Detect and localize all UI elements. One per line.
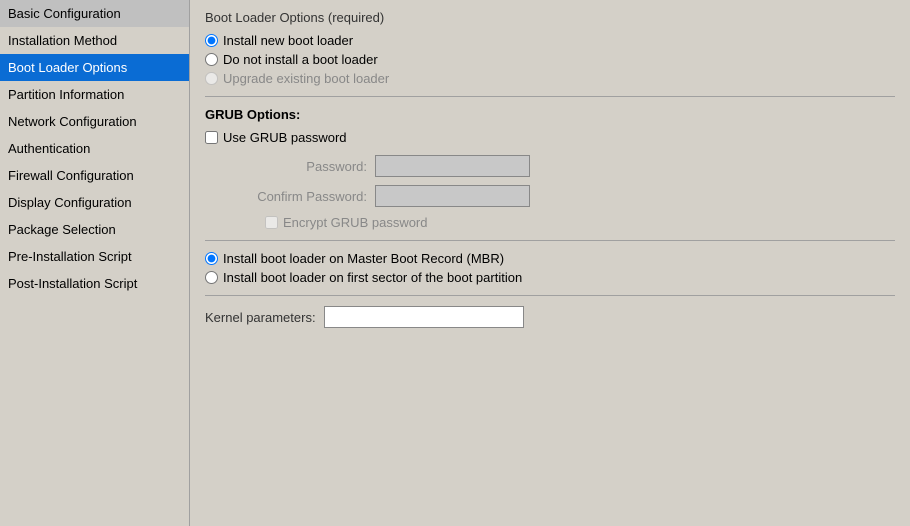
sidebar-item-basic-configuration[interactable]: Basic Configuration bbox=[0, 0, 189, 27]
boot-location-group: Install boot loader on Master Boot Recor… bbox=[205, 251, 895, 285]
boot-loader-option-group: Install new boot loader Do not install a… bbox=[205, 33, 895, 86]
kernel-params-label: Kernel parameters: bbox=[205, 310, 316, 325]
sidebar-item-display-configuration[interactable]: Display Configuration bbox=[0, 189, 189, 216]
main-content: Boot Loader Options (required) Install n… bbox=[190, 0, 910, 526]
encrypt-grub-checkbox bbox=[265, 216, 278, 229]
section-title: Boot Loader Options (required) bbox=[205, 10, 895, 25]
do-not-install-radio[interactable] bbox=[205, 53, 218, 66]
install-new-radio[interactable] bbox=[205, 34, 218, 47]
sidebar-item-package-selection[interactable]: Package Selection bbox=[0, 216, 189, 243]
sidebar-item-boot-loader-options[interactable]: Boot Loader Options bbox=[0, 54, 189, 81]
sidebar-item-installation-method[interactable]: Installation Method bbox=[0, 27, 189, 54]
confirm-password-row: Confirm Password: bbox=[225, 185, 895, 207]
upgrade-existing-label[interactable]: Upgrade existing boot loader bbox=[205, 71, 895, 86]
password-row: Password: bbox=[225, 155, 895, 177]
password-input[interactable] bbox=[375, 155, 530, 177]
sidebar-item-network-configuration[interactable]: Network Configuration bbox=[0, 108, 189, 135]
divider-1 bbox=[205, 96, 895, 97]
sidebar: Basic ConfigurationInstallation MethodBo… bbox=[0, 0, 190, 526]
encrypt-label: Encrypt GRUB password bbox=[283, 215, 428, 230]
grub-section-title: GRUB Options: bbox=[205, 107, 895, 122]
password-label: Password: bbox=[225, 159, 375, 174]
kernel-params-row: Kernel parameters: bbox=[205, 306, 895, 328]
divider-3 bbox=[205, 295, 895, 296]
mbr-label[interactable]: Install boot loader on Master Boot Recor… bbox=[205, 251, 895, 266]
encrypt-row: Encrypt GRUB password bbox=[265, 215, 895, 230]
sidebar-item-post-installation-script[interactable]: Post-Installation Script bbox=[0, 270, 189, 297]
use-grub-password-label[interactable]: Use GRUB password bbox=[205, 130, 895, 145]
confirm-password-label: Confirm Password: bbox=[225, 189, 375, 204]
divider-2 bbox=[205, 240, 895, 241]
sidebar-item-firewall-configuration[interactable]: Firewall Configuration bbox=[0, 162, 189, 189]
install-new-label[interactable]: Install new boot loader bbox=[205, 33, 895, 48]
first-sector-radio[interactable] bbox=[205, 271, 218, 284]
sidebar-item-partition-information[interactable]: Partition Information bbox=[0, 81, 189, 108]
sidebar-item-pre-installation-script[interactable]: Pre-Installation Script bbox=[0, 243, 189, 270]
use-grub-password-checkbox[interactable] bbox=[205, 131, 218, 144]
mbr-radio[interactable] bbox=[205, 252, 218, 265]
first-sector-label[interactable]: Install boot loader on first sector of t… bbox=[205, 270, 895, 285]
do-not-install-label[interactable]: Do not install a boot loader bbox=[205, 52, 895, 67]
upgrade-existing-radio bbox=[205, 72, 218, 85]
confirm-password-input[interactable] bbox=[375, 185, 530, 207]
sidebar-item-authentication[interactable]: Authentication bbox=[0, 135, 189, 162]
kernel-params-input[interactable] bbox=[324, 306, 524, 328]
